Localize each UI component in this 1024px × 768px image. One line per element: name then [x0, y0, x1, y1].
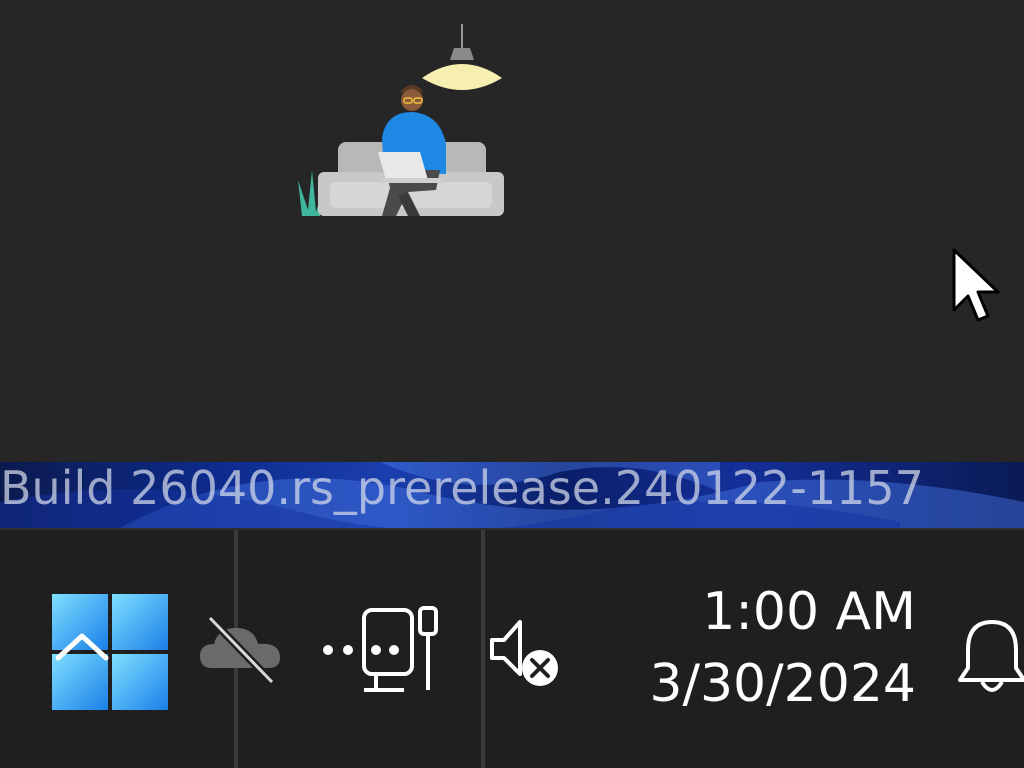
clock-time: 1:00 AM	[702, 582, 916, 642]
chevron-up-icon[interactable]	[52, 626, 112, 666]
speaker-muted-icon[interactable]	[488, 614, 564, 694]
person-on-couch-illustration	[298, 24, 504, 216]
screen: Build 26040.rs_prerelease.240122-1157 1:…	[0, 0, 1024, 768]
mouse-pointer-icon	[952, 248, 1000, 322]
taskbar: 1:00 AM 3/30/2024	[0, 528, 1024, 768]
onedrive-offline-icon[interactable]	[196, 614, 284, 686]
taskbar-clock[interactable]: 1:00 AM 3/30/2024	[600, 576, 916, 720]
build-watermark-text: Build 26040.rs_prerelease.240122-1157	[0, 462, 924, 515]
empty-panel-area	[0, 0, 1024, 462]
bell-icon[interactable]	[956, 616, 1024, 702]
ethernet-disconnected-icon[interactable]	[318, 604, 444, 696]
taskbar-divider	[481, 530, 485, 768]
clock-date: 3/30/2024	[649, 654, 916, 714]
desktop-wallpaper-strip: Build 26040.rs_prerelease.240122-1157	[0, 462, 1024, 528]
